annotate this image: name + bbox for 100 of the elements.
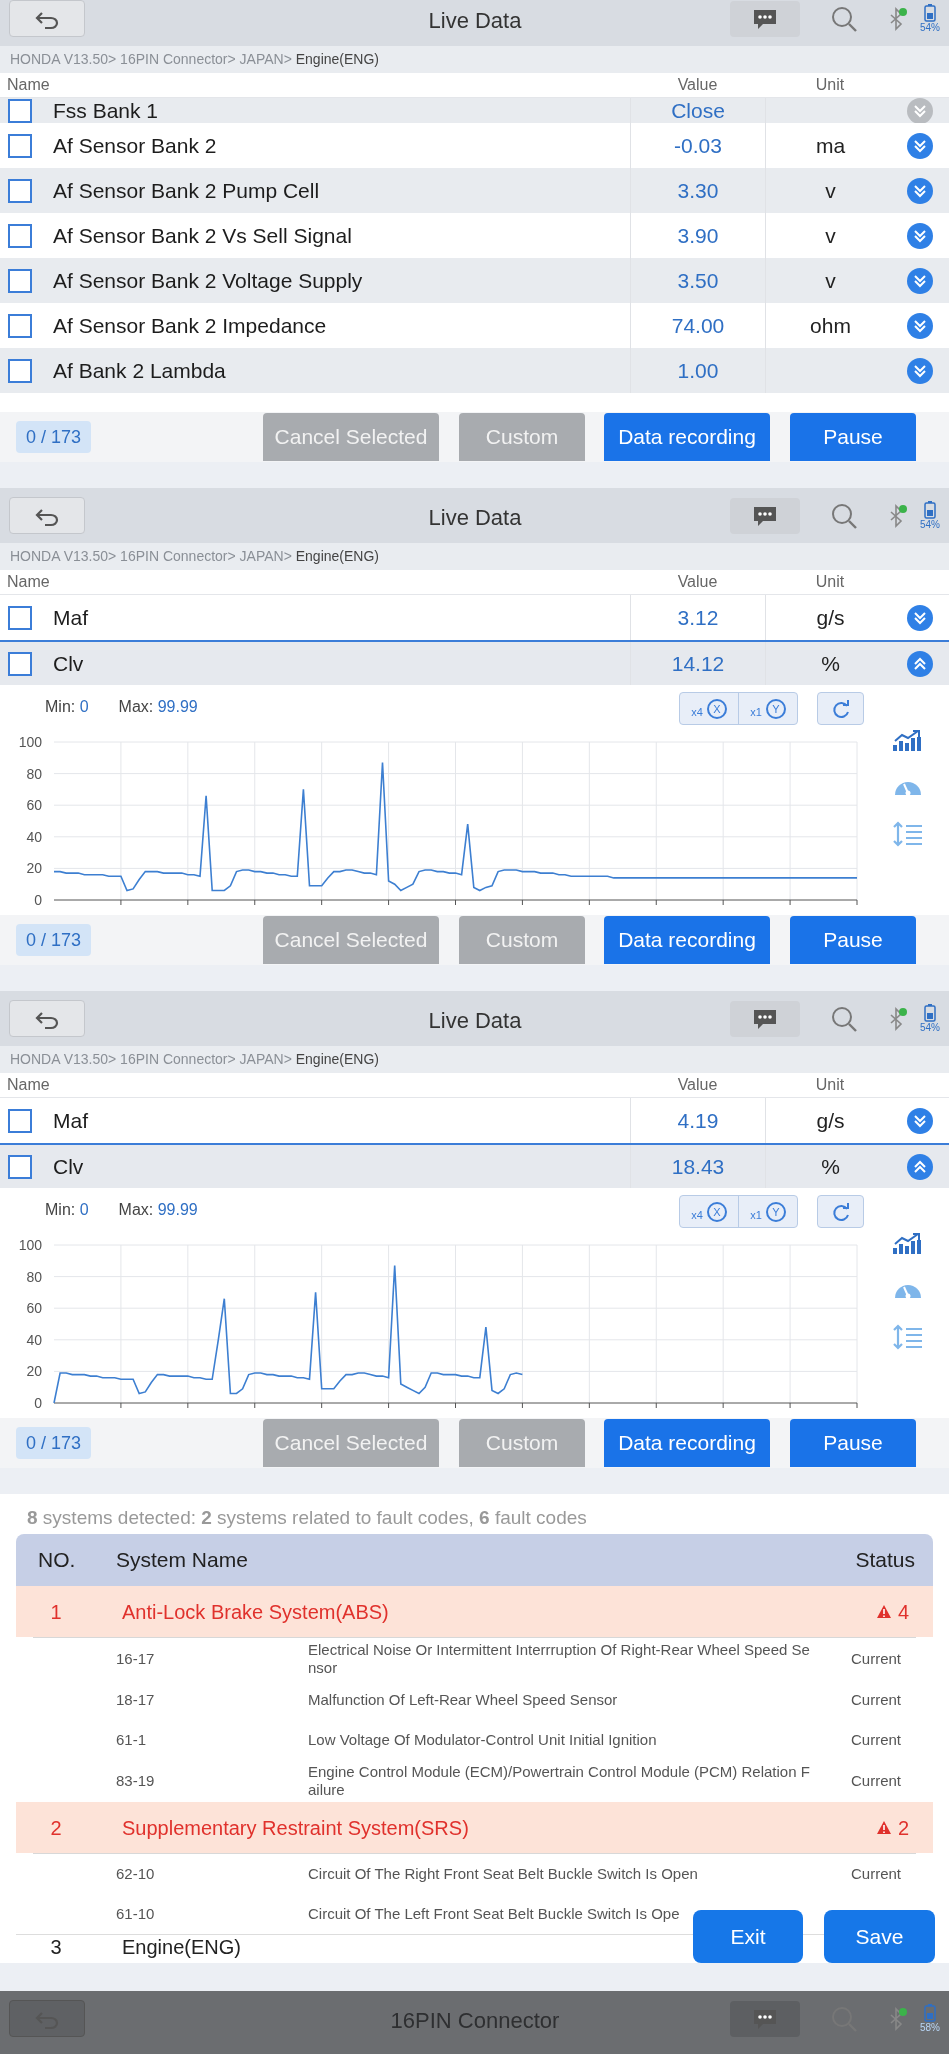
parameter-name: Af Sensor Bank 2 Impedance xyxy=(53,312,328,339)
fault-code: 16-17 xyxy=(115,1648,156,1669)
y-tick-label: 80 xyxy=(26,1268,42,1285)
column-header: Status xyxy=(855,1547,916,1574)
column-header: Unit xyxy=(814,75,846,95)
parameter-name: Af Sensor Bank 2 Pump Cell xyxy=(53,177,321,204)
action-button[interactable]: Data recording xyxy=(604,413,770,461)
action-button[interactable]: Pause xyxy=(790,1419,916,1467)
bluetooth-icon xyxy=(888,503,908,528)
bluetooth-icon xyxy=(888,6,908,31)
fault-status: Current xyxy=(850,1648,902,1669)
battery-level: 54% xyxy=(920,22,940,33)
max-reading: Max: 99.99 xyxy=(118,1200,198,1220)
dialog-button[interactable]: Save xyxy=(824,1910,935,1963)
warning-icon xyxy=(875,1820,892,1835)
checkbox[interactable] xyxy=(8,651,32,676)
fault-status: Current xyxy=(850,1770,902,1791)
trend-chart-icon[interactable] xyxy=(893,1232,923,1256)
y-tick-label: 20 xyxy=(26,1363,42,1380)
expand-icon[interactable] xyxy=(907,357,933,384)
checkbox[interactable] xyxy=(8,268,32,293)
screen-title: Live Data xyxy=(427,504,523,532)
action-button[interactable]: Data recording xyxy=(604,1419,770,1467)
collapse-icon[interactable] xyxy=(907,1153,933,1180)
message-button[interactable] xyxy=(730,0,800,37)
y-tick-label: 0 xyxy=(34,892,42,908)
y-zoom-button[interactable]: x1 Y xyxy=(738,693,797,724)
screen-title: 16PIN Connector xyxy=(389,2007,561,2035)
battery-level: 54% xyxy=(920,519,940,530)
action-button[interactable]: Data recording xyxy=(604,916,770,964)
expand-icon[interactable] xyxy=(907,604,933,631)
y-zoom-button[interactable]: x1 Y xyxy=(738,1196,797,1227)
search-icon[interactable] xyxy=(830,501,858,530)
checkbox[interactable] xyxy=(8,133,32,158)
y-tick-label: 0 xyxy=(34,1395,42,1411)
bluetooth-icon xyxy=(888,1006,908,1031)
trend-chart-icon[interactable] xyxy=(893,729,923,753)
message-button[interactable] xyxy=(730,1000,800,1037)
column-header: Value xyxy=(676,75,719,95)
selection-counter: 0 / 173 xyxy=(16,924,92,956)
y-tick-label: 20 xyxy=(26,860,42,877)
search-icon[interactable] xyxy=(830,1004,858,1033)
expand-icon[interactable] xyxy=(907,132,933,159)
column-header: NO. xyxy=(37,1547,77,1574)
expand-icon[interactable] xyxy=(907,177,933,204)
y-tick-label: 40 xyxy=(26,1331,42,1348)
message-button[interactable] xyxy=(730,497,800,534)
refresh-button[interactable] xyxy=(817,692,864,725)
expand-icon[interactable] xyxy=(907,267,933,294)
x-zoom-button[interactable]: x4 X xyxy=(680,1196,738,1227)
refresh-button[interactable] xyxy=(817,1195,864,1228)
fault-code: 61-10 xyxy=(115,1903,156,1924)
min-reading: Min: 0 xyxy=(45,1200,89,1220)
sort-list-icon[interactable] xyxy=(893,1324,923,1350)
fault-description: Circuit Of The Right Front Seat Belt Buckle Switch Is Open xyxy=(308,1865,699,1883)
y-tick-label: 40 xyxy=(26,828,42,845)
battery-icon xyxy=(924,501,936,519)
screen-title: Live Data xyxy=(427,1007,523,1035)
column-header: Unit xyxy=(814,1075,846,1095)
warning-icon xyxy=(875,1604,892,1619)
fault-code: 61-1 xyxy=(115,1729,148,1750)
fault-code: 62-10 xyxy=(115,1863,156,1884)
system-name: Anti-Lock Brake System(ABS) xyxy=(121,1599,389,1625)
parameter-name: Maf xyxy=(53,604,89,631)
y-tick-label: 100 xyxy=(18,1237,42,1253)
fault-status: Current xyxy=(850,1689,902,1710)
fault-status: Current xyxy=(850,1729,902,1750)
x-zoom-button[interactable]: x4 X xyxy=(680,693,738,724)
summary-text: 8 systems detected: 2 systems related to fault codes, 6 fault codes xyxy=(26,1506,588,1530)
dialog-button[interactable]: Exit xyxy=(693,1910,803,1963)
min-reading: Min: 0 xyxy=(45,697,89,717)
parameter-name: Fss Bank 1 xyxy=(53,98,160,123)
parameter-name: Af Bank 2 Lambda xyxy=(53,357,227,384)
checkbox[interactable] xyxy=(8,605,32,630)
system-number: 2 xyxy=(49,1815,63,1841)
action-button[interactable]: Pause xyxy=(790,916,916,964)
parameter-name: Clv xyxy=(53,650,85,677)
checkbox[interactable] xyxy=(8,313,32,338)
max-reading: Max: 99.99 xyxy=(118,697,198,717)
checkbox[interactable] xyxy=(8,223,32,248)
column-header: Name xyxy=(6,75,51,95)
sort-list-icon[interactable] xyxy=(893,821,923,847)
checkbox[interactable] xyxy=(8,1108,32,1133)
column-header: Value xyxy=(676,1075,719,1095)
search-icon[interactable] xyxy=(830,4,858,33)
checkbox[interactable] xyxy=(8,358,32,383)
column-header: Unit xyxy=(814,572,846,592)
expand-icon[interactable] xyxy=(907,1107,933,1134)
checkbox[interactable] xyxy=(8,1154,32,1179)
column-header: Value xyxy=(676,572,719,592)
fault-status: Current xyxy=(850,1863,902,1884)
collapse-icon[interactable] xyxy=(907,650,933,677)
checkbox[interactable] xyxy=(8,178,32,203)
battery-icon xyxy=(924,4,936,22)
y-tick-label: 100 xyxy=(18,734,42,750)
battery-icon xyxy=(924,1004,936,1022)
expand-icon[interactable] xyxy=(907,222,933,249)
expand-icon[interactable] xyxy=(907,312,933,339)
breadcrumb: HONDA V13.50> 16PIN Connector> JAPAN> Engine(ENG) xyxy=(10,1050,379,1069)
action-button[interactable]: Pause xyxy=(790,413,916,461)
